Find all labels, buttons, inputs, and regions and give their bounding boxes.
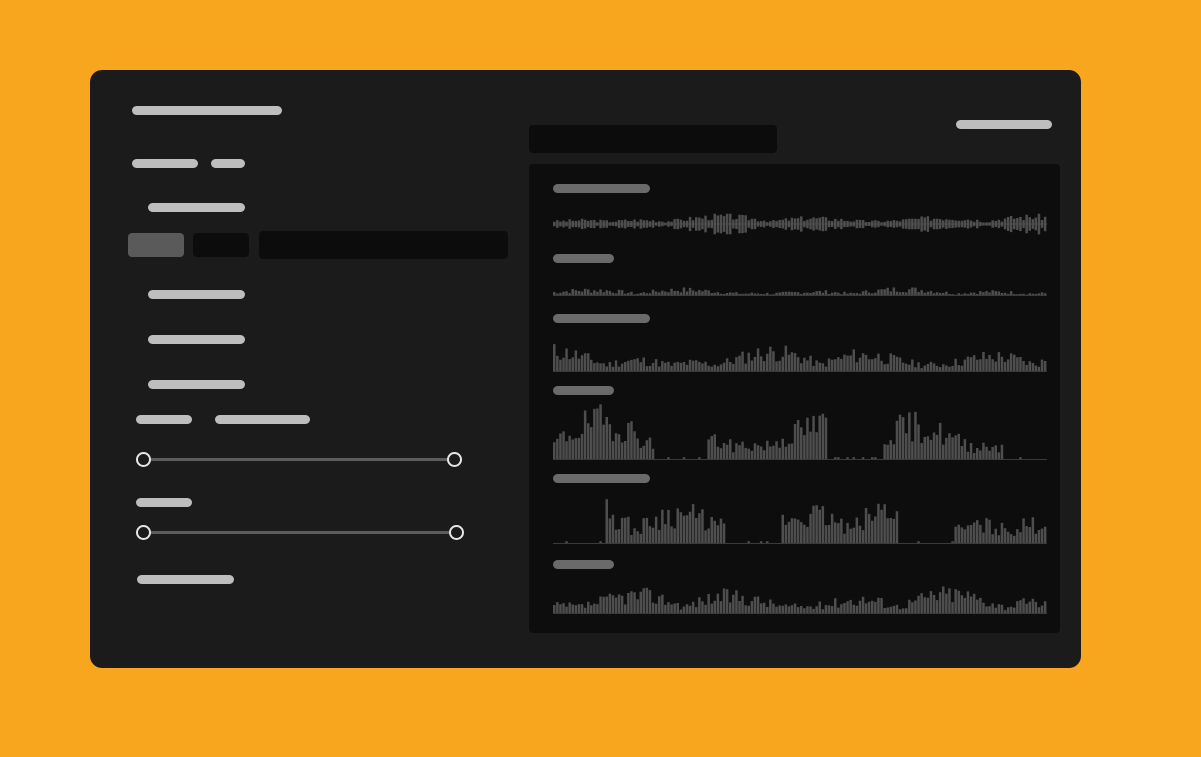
waveform-bars: [553, 287, 1047, 296]
app-window: [90, 70, 1081, 668]
waveform-track[interactable]: [553, 204, 1047, 244]
option-item[interactable]: [148, 335, 245, 344]
waveform-track[interactable]: [553, 574, 1047, 614]
range-slider-2-high-handle[interactable]: [449, 525, 464, 540]
range-label-max: [215, 415, 310, 424]
waveform-baseline: [553, 543, 1047, 544]
waveform-baseline: [553, 613, 1047, 614]
waveform-baseline: [553, 295, 1047, 296]
waveform-track[interactable]: [553, 488, 1047, 544]
waveform-bars: [553, 404, 1022, 460]
header-action-link[interactable]: [956, 120, 1052, 129]
waveform-baseline: [553, 371, 1047, 372]
track-label: [553, 560, 614, 569]
range-label-min: [136, 415, 192, 424]
waveform-baseline: [553, 459, 1047, 460]
search-field[interactable]: [529, 125, 777, 153]
section-label: [148, 203, 245, 212]
segment-button[interactable]: [193, 233, 249, 257]
segment-button-active[interactable]: [128, 233, 184, 257]
range-slider-1-track[interactable]: [143, 458, 455, 461]
track-label: [553, 314, 650, 323]
track-label: [553, 184, 650, 193]
waveform-bars: [553, 344, 1047, 372]
track-label: [553, 474, 650, 483]
tab-primary[interactable]: [132, 159, 198, 168]
waveform-bars: [553, 586, 1047, 614]
range-slider-1-high-handle[interactable]: [447, 452, 462, 467]
waveform-bars: [565, 499, 1047, 544]
footer-link[interactable]: [137, 575, 234, 584]
range-2-label: [136, 498, 192, 507]
tab-secondary[interactable]: [211, 159, 245, 168]
track-label: [553, 254, 614, 263]
range-slider-2-low-handle[interactable]: [136, 525, 151, 540]
app-title: [132, 106, 282, 115]
text-input[interactable]: [259, 231, 508, 259]
range-slider-2-track[interactable]: [143, 531, 457, 534]
waveform-track[interactable]: [553, 268, 1047, 296]
waveform-panel: [529, 164, 1060, 633]
range-slider-1-low-handle[interactable]: [136, 452, 151, 467]
waveform-centerline: [553, 223, 1047, 225]
option-item[interactable]: [148, 290, 245, 299]
option-item[interactable]: [148, 380, 245, 389]
waveform-track[interactable]: [553, 404, 1047, 460]
waveform-track[interactable]: [553, 332, 1047, 372]
track-label: [553, 386, 614, 395]
